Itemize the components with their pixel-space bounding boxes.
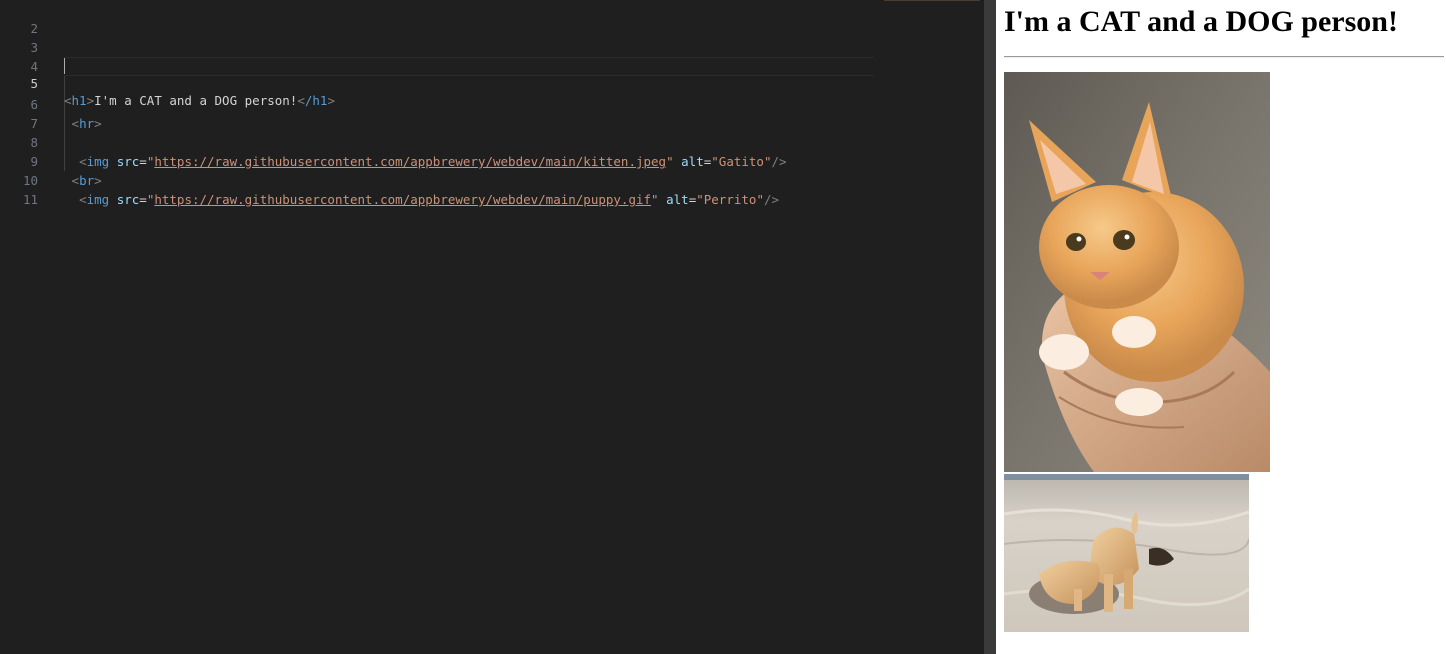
code-line-7[interactable]: 7 xyxy=(0,95,880,131)
preview-horizontal-rule xyxy=(1004,56,1444,58)
line-number: 11 xyxy=(22,192,38,207)
text-cursor xyxy=(64,58,65,74)
minimap-marker xyxy=(884,0,980,1)
alt-attribute: alt xyxy=(666,192,689,207)
code-line-3[interactable]: 3 xyxy=(0,19,880,55)
src-attribute: src xyxy=(116,192,140,207)
preview-heading: I'm a CAT and a DOG person! xyxy=(1004,5,1398,38)
code-line-2[interactable]: 2 xyxy=(0,0,880,36)
line-number: 4 xyxy=(30,59,38,74)
code-editor[interactable]: 2 3 4 5 <h1>I'm a CAT and a DOG person!<… xyxy=(0,0,984,654)
code-line-5[interactable]: 5 <h1>I'm a CAT and a DOG person!</h1> xyxy=(30,57,874,108)
code-line-8[interactable]: 8 <img src="https://raw.githubuserconten… xyxy=(0,114,880,169)
code-line-10[interactable]: 10 <img src="https://raw.githubuserconte… xyxy=(0,152,880,207)
puppy-image xyxy=(1004,474,1249,632)
puppy-alt-value: Perrito xyxy=(703,192,757,207)
code-line-9[interactable]: 9 <br> xyxy=(0,133,880,188)
code-line-4[interactable]: 4 xyxy=(0,38,880,74)
code-line-11[interactable]: 11 xyxy=(0,171,880,207)
editor-scrollbar[interactable] xyxy=(984,0,996,654)
kitten-image xyxy=(1004,72,1270,472)
img-tag: img xyxy=(86,192,110,207)
code-line-6[interactable]: 6 <hr> xyxy=(0,76,880,131)
browser-preview: I'm a CAT and a DOG person! xyxy=(996,0,1446,654)
puppy-url-link[interactable]: https://raw.githubusercontent.com/appbre… xyxy=(154,192,651,207)
code-text: <img src="https://raw.githubusercontent.… xyxy=(79,192,780,207)
